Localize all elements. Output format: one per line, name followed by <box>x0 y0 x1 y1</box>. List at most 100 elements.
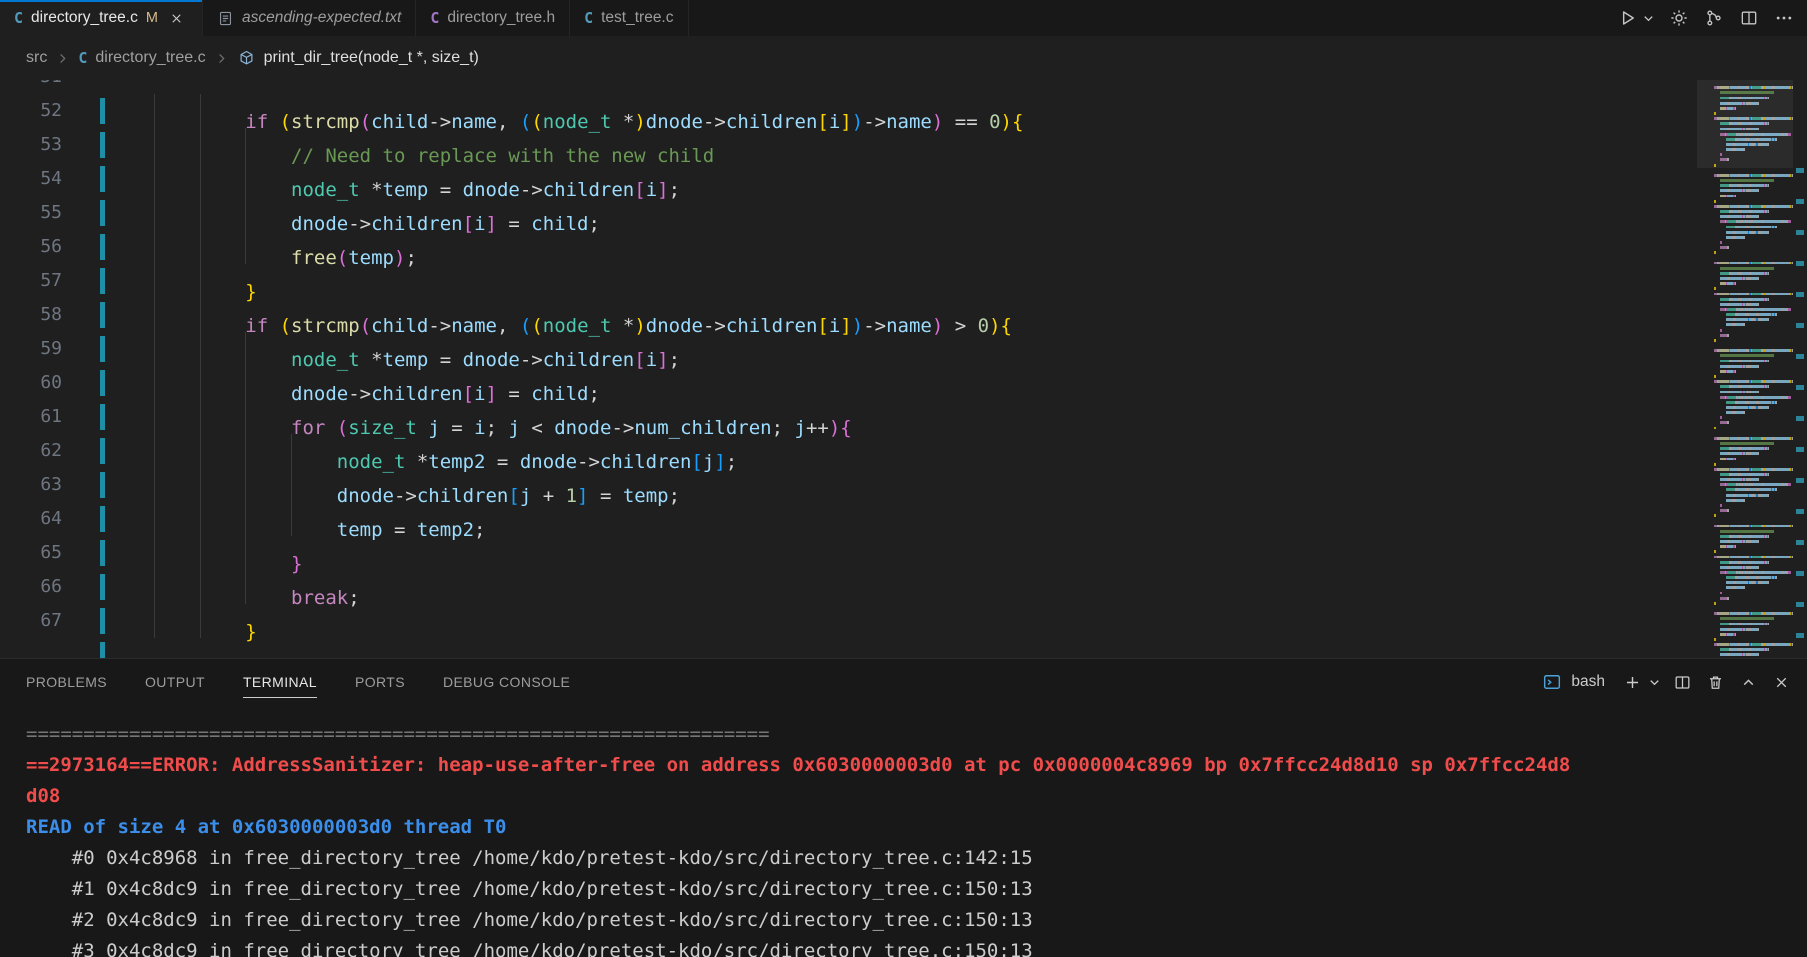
code-token: ; <box>669 179 680 201</box>
indent-guide <box>200 332 246 366</box>
code-token: { <box>1001 315 1012 337</box>
panel-tab-ports[interactable]: PORTS <box>355 659 405 705</box>
terminal-profiles-chevron[interactable] <box>1645 668 1663 696</box>
line-number[interactable]: 64 <box>0 502 62 536</box>
indent-guide <box>245 502 291 536</box>
indent-guide <box>154 536 200 570</box>
line-number[interactable]: 54 <box>0 162 62 196</box>
line-number[interactable]: 59 <box>0 332 62 366</box>
code-token: i <box>646 179 657 201</box>
code-token: [ <box>634 179 645 201</box>
indent-guide <box>154 502 200 536</box>
code-token: ] <box>657 179 668 201</box>
split-terminal-button[interactable] <box>1668 668 1696 696</box>
line-number[interactable]: 60 <box>0 366 62 400</box>
code-editor[interactable]: 5152if (strcmp(child->name, ((node_t *)d… <box>0 80 1807 658</box>
indent-guide <box>200 468 246 502</box>
breadcrumb-file[interactable]: directory_tree.c <box>95 49 205 67</box>
tab-label: test_tree.c <box>601 9 673 27</box>
line-number[interactable]: 61 <box>0 400 62 434</box>
line-number[interactable]: 63 <box>0 468 62 502</box>
panel-tabs: PROBLEMS OUTPUT TERMINAL PORTS DEBUG CONSOLE <box>26 659 608 705</box>
tab-ascending-expected.txt[interactable]: ascending-expected.txt <box>203 0 416 36</box>
terminal-line: #0 0x4c8968 in free_directory_tree /home… <box>26 843 1570 874</box>
code-token: -> <box>863 315 886 337</box>
code-token: ] <box>714 451 725 473</box>
ruler-modified-mark <box>1796 571 1804 576</box>
new-terminal-button[interactable] <box>1618 668 1646 696</box>
ruler-modified-mark <box>1796 323 1804 328</box>
code-token: 0 <box>978 315 989 337</box>
code-line-56: 56free(temp); <box>0 230 1695 264</box>
code-token: [ <box>508 485 519 507</box>
code-line-67: 67} <box>0 604 1695 638</box>
tab-directory_tree.c[interactable]: Cdirectory_tree.cM <box>0 0 203 36</box>
code-line-63: 63dnode->children[j + 1] = temp; <box>0 468 1695 502</box>
minimap[interactable] <box>1697 80 1793 658</box>
run-icon[interactable] <box>1613 5 1640 32</box>
line-content: dnode->children[i] = child; <box>108 366 600 400</box>
kill-terminal-button[interactable] <box>1701 668 1729 696</box>
indent-guide <box>245 162 291 196</box>
code-token: free <box>291 247 337 269</box>
indent-guide <box>154 366 200 400</box>
indent-guide <box>245 230 291 264</box>
line-number[interactable]: 57 <box>0 264 62 298</box>
code-token: break <box>291 587 348 609</box>
panel-tab-problems[interactable]: PROBLEMS <box>26 659 107 705</box>
git-modified-badge: M <box>146 10 158 26</box>
panel-tab-terminal[interactable]: TERMINAL <box>243 659 317 705</box>
line-number[interactable]: 58 <box>0 298 62 332</box>
indent-guide <box>154 264 200 298</box>
indent-guide <box>154 230 200 264</box>
tab-directory_tree.h[interactable]: Cdirectory_tree.h <box>416 0 570 36</box>
maximize-panel-button[interactable] <box>1734 668 1762 696</box>
line-number[interactable]: 52 <box>0 94 62 128</box>
line-content: for (size_t j = i; j < dnode->num_childr… <box>108 400 852 434</box>
code-line-58: 58if (strcmp(child->name, ((node_t *)dno… <box>0 298 1695 332</box>
line-content: node_t *temp2 = dnode->children[j]; <box>108 434 737 468</box>
git-graph-icon[interactable] <box>1700 5 1727 32</box>
indent-guide <box>154 468 200 502</box>
line-number[interactable]: 66 <box>0 570 62 604</box>
more-actions-icon[interactable] <box>1770 5 1797 32</box>
terminal-instance-selector[interactable]: bash <box>1534 672 1613 692</box>
line-number[interactable]: 67 <box>0 604 62 638</box>
breadcrumb-folder[interactable]: src <box>26 49 47 67</box>
line-number[interactable]: 55 <box>0 196 62 230</box>
indent-space <box>108 570 154 604</box>
terminal-output[interactable]: ========================================… <box>0 705 1807 957</box>
code-token: i <box>829 315 840 337</box>
indent-guide <box>245 366 291 400</box>
line-number[interactable]: 53 <box>0 128 62 162</box>
run-dropdown-chevron[interactable] <box>1640 5 1657 32</box>
indent-space <box>108 434 154 468</box>
close-tab-icon[interactable] <box>166 7 188 29</box>
breadcrumb-symbol[interactable]: print_dir_tree(node_t *, size_t) <box>264 49 479 67</box>
code-token: j <box>703 451 714 473</box>
indent-space <box>108 536 154 570</box>
line-number[interactable]: 51 <box>0 80 62 94</box>
code-token: [ <box>817 111 828 133</box>
code-token: ; <box>772 417 795 439</box>
code-token: ; <box>726 451 737 473</box>
indent-guide <box>154 604 200 638</box>
indent-guide <box>245 434 291 468</box>
indent-guide <box>200 502 246 536</box>
panel-tab-debug-console[interactable]: DEBUG CONSOLE <box>443 659 570 705</box>
line-number[interactable]: 62 <box>0 434 62 468</box>
line-number[interactable]: 56 <box>0 230 62 264</box>
tab-test_tree.c[interactable]: Ctest_tree.c <box>570 0 688 36</box>
panel-tab-output[interactable]: OUTPUT <box>145 659 205 705</box>
line-content: // Need to replace with the new child <box>108 128 714 162</box>
overview-ruler[interactable] <box>1793 80 1807 658</box>
settings-gear-icon[interactable] <box>1665 5 1692 32</box>
close-panel-button[interactable] <box>1767 668 1795 696</box>
vscode-window: Cdirectory_tree.cMascending-expected.txt… <box>0 0 1807 957</box>
line-number[interactable]: 65 <box>0 536 62 570</box>
indent-guide <box>154 400 200 434</box>
split-editor-icon[interactable] <box>1735 5 1762 32</box>
indent-guide <box>200 128 246 162</box>
ruler-modified-mark <box>1796 354 1804 359</box>
bottom-panel: PROBLEMS OUTPUT TERMINAL PORTS DEBUG CONSOLE… <box>0 658 1807 957</box>
